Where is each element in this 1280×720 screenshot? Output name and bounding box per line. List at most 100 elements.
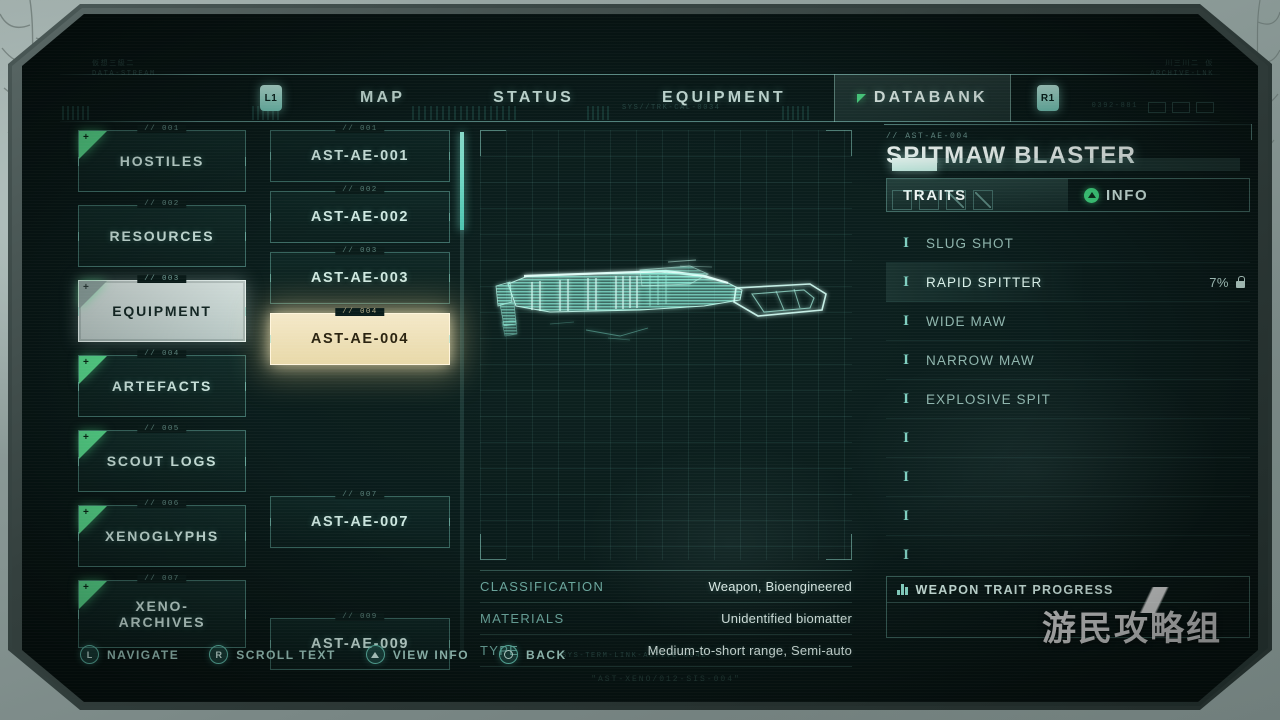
tick-left xyxy=(270,274,271,282)
list-item[interactable]: I NARROW MAW xyxy=(886,341,1250,380)
sidebar-item-number: // 007 xyxy=(137,575,187,583)
viewport-corner-tr xyxy=(826,130,852,156)
progress-label: WEAPON TRAIT PROGRESS xyxy=(915,582,1114,597)
tick-right xyxy=(449,335,450,343)
tick-right xyxy=(449,213,450,221)
sidebar-item-number: // 002 xyxy=(137,200,187,208)
entry-number: // 009 xyxy=(335,613,385,621)
tab-status-label: STATUS xyxy=(493,89,574,106)
list-item-highlighted[interactable]: I RAPID SPITTER 7% xyxy=(886,263,1250,302)
entry-number: // 007 xyxy=(335,491,385,499)
list-item-empty[interactable]: I xyxy=(886,458,1250,497)
entry-list-scrollbar[interactable] xyxy=(460,132,464,650)
stat-value: Weapon, Bioengineered xyxy=(708,579,852,594)
trait-slot: I xyxy=(903,507,909,524)
hint-label: BACK xyxy=(526,647,567,662)
tick-right xyxy=(245,232,246,241)
left-bumper-badge[interactable]: L1 xyxy=(260,85,282,111)
category-sidebar: // 001 HOSTILES // 002 RESOURCES // 003 … xyxy=(78,125,246,661)
sidebar-item-number: // 001 xyxy=(137,125,187,133)
sidebar-item-resources[interactable]: // 002 RESOURCES xyxy=(78,200,246,267)
hint-navigate[interactable]: L NAVIGATE xyxy=(80,645,179,664)
sidebar-item-xeno-archives[interactable]: // 007 XENO- ARCHIVES xyxy=(78,575,246,648)
list-item[interactable]: // 007 AST-AE-007 xyxy=(270,491,450,548)
entry-code: AST-AE-001 xyxy=(310,148,410,164)
list-item-locked[interactable] xyxy=(270,435,450,487)
triangle-button-icon xyxy=(1084,187,1099,203)
sidebar-item-label: ARTEFACTS xyxy=(111,377,213,394)
detail-panel: // AST-AE-004 SPITMAW BLASTER TRAITS INF… xyxy=(884,124,1252,654)
sidebar-item-label: RESOURCES xyxy=(109,227,215,244)
progress-slot xyxy=(919,190,939,210)
stats-footnote: "AST-XENO/012-SIS-004" xyxy=(591,675,741,684)
decor-microtext-corner-r: 川三川二 仮 xyxy=(1165,60,1214,68)
tick-left xyxy=(78,532,79,541)
new-item-flag-icon xyxy=(79,581,107,609)
list-item-empty[interactable]: I xyxy=(886,536,1250,575)
list-item-locked[interactable] xyxy=(270,374,450,426)
list-item[interactable]: // 002 AST-AE-002 xyxy=(270,186,450,243)
sidebar-item-artefacts[interactable]: // 004 ARTEFACTS xyxy=(78,350,246,417)
sidebar-item-equipment[interactable]: // 003 EQUIPMENT xyxy=(78,275,246,342)
tab-info[interactable]: INFO xyxy=(1068,179,1249,211)
list-item[interactable]: I SLUG SHOT xyxy=(886,224,1250,263)
sidebar-item-xenoglyphs[interactable]: // 006 XENOGLYPHS xyxy=(78,500,246,567)
new-item-flag-icon xyxy=(79,356,107,384)
trait-slot: I xyxy=(903,468,909,485)
viewport-corner-tl xyxy=(480,130,506,156)
list-item[interactable]: I EXPLOSIVE SPIT xyxy=(886,380,1250,419)
list-item-locked[interactable] xyxy=(270,557,450,609)
list-item[interactable]: I WIDE MAW xyxy=(886,302,1250,341)
list-item[interactable]: // 001 AST-AE-001 xyxy=(270,125,450,182)
sidebar-item-number: // 006 xyxy=(137,500,187,508)
hint-back[interactable]: BACK xyxy=(499,645,567,664)
trait-name: EXPLOSIVE SPIT xyxy=(926,391,1051,407)
list-item[interactable]: // 003 AST-AE-003 xyxy=(270,247,450,304)
stick-left-icon: L xyxy=(80,645,99,664)
model-viewport[interactable] xyxy=(480,130,852,560)
trait-slot: I xyxy=(903,429,909,446)
sidebar-item-hostiles[interactable]: // 001 HOSTILES xyxy=(78,125,246,192)
entry-number: // 003 xyxy=(335,247,385,255)
tick-right xyxy=(245,157,246,166)
entry-code: AST-AE-007 xyxy=(310,514,410,530)
tab-status[interactable]: STATUS xyxy=(471,74,596,122)
tick-right xyxy=(449,274,450,282)
tick-left xyxy=(78,232,79,241)
trait-slot: I xyxy=(903,234,909,251)
list-item-empty[interactable]: I xyxy=(886,419,1250,458)
tick-left xyxy=(78,610,79,619)
tab-map[interactable]: MAP xyxy=(338,74,427,122)
tick-left xyxy=(270,335,271,343)
trait-name: WIDE MAW xyxy=(926,313,1007,329)
scrollbar-thumb[interactable] xyxy=(460,132,464,230)
progress-slot-boxes xyxy=(892,190,993,210)
hint-scroll-text[interactable]: R SCROLL TEXT xyxy=(209,645,336,664)
entry-number: // 002 xyxy=(335,186,385,194)
hint-label: SCROLL TEXT xyxy=(236,647,336,662)
weapon-trait-progress-panel: WEAPON TRAIT PROGRESS xyxy=(886,576,1250,638)
new-item-flag-icon xyxy=(79,281,107,309)
list-item-empty[interactable]: I xyxy=(886,497,1250,536)
tab-equipment[interactable]: EQUIPMENT xyxy=(640,74,808,122)
sidebar-item-number: // 003 xyxy=(137,275,187,283)
tick-left xyxy=(270,518,271,526)
tick-left xyxy=(78,457,79,466)
table-row: CLASSIFICATION Weapon, Bioengineered xyxy=(480,571,852,603)
hint-view-info[interactable]: VIEW INFO xyxy=(365,645,469,664)
progress-slot xyxy=(892,190,912,210)
button-hint-bar: L NAVIGATE R SCROLL TEXT VIEW INFO BACK xyxy=(80,645,567,664)
entry-list: // 001 AST-AE-001 // 002 AST-AE-002 // 0… xyxy=(270,125,450,670)
sidebar-item-scout-logs[interactable]: // 005 SCOUT LOGS xyxy=(78,425,246,492)
sidebar-item-number: // 004 xyxy=(137,350,187,358)
progress-bar-fill xyxy=(892,158,938,171)
entry-code: AST-AE-004 xyxy=(310,331,410,347)
tick-left xyxy=(78,307,79,316)
list-item-selected[interactable]: // 004 AST-AE-004 xyxy=(270,308,450,365)
tick-left xyxy=(78,157,79,166)
top-navigation-bar: L1 MAP STATUS EQUIPMENT DATABANK R1 xyxy=(60,74,1220,122)
hint-label: NAVIGATE xyxy=(107,647,180,662)
tab-databank[interactable]: DATABANK xyxy=(833,74,1011,122)
tab-info-label: INFO xyxy=(1106,186,1149,204)
right-bumper-badge[interactable]: R1 xyxy=(1036,85,1059,111)
